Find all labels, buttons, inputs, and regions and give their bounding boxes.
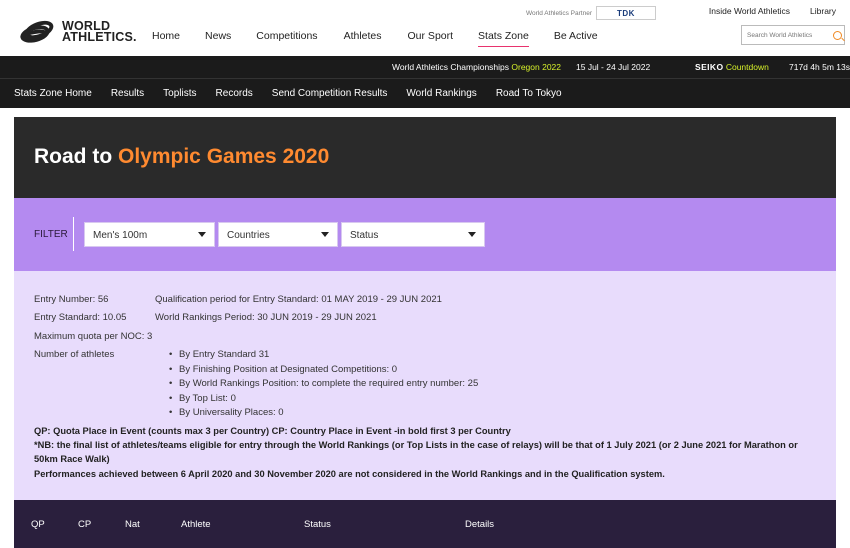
list-item: By World Rankings Position: to complete … bbox=[169, 378, 478, 393]
ranking-note: *NB: the final list of athletes/teams el… bbox=[34, 440, 798, 464]
countries-select[interactable]: Countries bbox=[218, 222, 338, 247]
page-hero: Road to Olympic Games 2020 bbox=[14, 117, 836, 198]
logo-mark-icon bbox=[18, 17, 58, 46]
nav-be-active[interactable]: Be Active bbox=[554, 30, 598, 47]
athletes-breakdown: By Entry Standard 31 By Finishing Positi… bbox=[169, 349, 478, 422]
entry-standard: Entry Standard: 10.05 bbox=[34, 312, 127, 323]
countdown-timer: 717d 4h 5m 13s bbox=[789, 62, 850, 72]
chevron-down-icon bbox=[468, 232, 476, 237]
page-title: Road to Olympic Games 2020 bbox=[34, 145, 330, 168]
stats-subnav: Stats Zone Home Results Toplists Records… bbox=[0, 78, 850, 108]
partner-label: World Athletics Partner bbox=[526, 9, 592, 17]
col-details[interactable]: Details bbox=[465, 519, 494, 530]
chevron-down-icon bbox=[321, 232, 329, 237]
subnav-send-competition-results[interactable]: Send Competition Results bbox=[272, 88, 388, 99]
subnav-records[interactable]: Records bbox=[216, 88, 253, 99]
search-input[interactable] bbox=[747, 31, 829, 39]
col-status[interactable]: Status bbox=[304, 519, 331, 530]
list-item: By Entry Standard 31 bbox=[169, 349, 478, 364]
nav-competitions[interactable]: Competitions bbox=[256, 30, 317, 47]
search-box bbox=[741, 25, 845, 45]
results-table-header: QP CP Nat Athlete Status Details bbox=[14, 500, 836, 548]
logo-text: WORLD ATHLETICS. bbox=[62, 19, 137, 44]
top-links: Inside World Athletics Library bbox=[709, 6, 836, 16]
inside-world-athletics-link[interactable]: Inside World Athletics bbox=[709, 6, 790, 16]
subnav-toplists[interactable]: Toplists bbox=[163, 88, 196, 99]
col-athlete[interactable]: Athlete bbox=[181, 519, 211, 530]
tdk-logo: TDK bbox=[596, 6, 656, 20]
event-dates: 15 Jul - 24 Jul 2022 bbox=[576, 62, 651, 72]
nav-home[interactable]: Home bbox=[152, 30, 180, 47]
event-bar: World Athletics Championships Oregon 202… bbox=[0, 56, 850, 78]
qualification-info: Entry Number: 56 Qualification period fo… bbox=[14, 271, 836, 500]
max-quota: Maximum quota per NOC: 3 bbox=[34, 331, 153, 342]
chevron-down-icon bbox=[198, 232, 206, 237]
search-icon[interactable] bbox=[833, 30, 842, 40]
entry-number: Entry Number: 56 bbox=[34, 294, 109, 305]
list-item: By Universality Places: 0 bbox=[169, 407, 478, 422]
nav-stats-zone[interactable]: Stats Zone bbox=[478, 30, 529, 47]
library-link[interactable]: Library bbox=[810, 6, 836, 16]
seiko-countdown: SEIKO Countdown bbox=[695, 62, 769, 72]
seiko-logo: SEIKO bbox=[695, 62, 724, 72]
world-athletics-logo[interactable]: WORLD ATHLETICS. bbox=[18, 17, 137, 46]
list-item: By Finishing Position at Designated Comp… bbox=[169, 364, 478, 379]
col-nat[interactable]: Nat bbox=[125, 519, 140, 530]
filter-label: FILTER bbox=[34, 229, 68, 240]
partner-banner[interactable]: World Athletics Partner TDK bbox=[526, 6, 656, 20]
filter-divider bbox=[73, 217, 74, 251]
subnav-results[interactable]: Results bbox=[111, 88, 144, 99]
rankings-period: World Rankings Period: 30 JUN 2019 - 29 … bbox=[155, 312, 377, 323]
nav-athletes[interactable]: Athletes bbox=[344, 30, 382, 47]
performance-note: Performances achieved between 6 April 20… bbox=[34, 469, 665, 479]
nav-our-sport[interactable]: Our Sport bbox=[408, 30, 454, 47]
event-name[interactable]: World Athletics Championships Oregon 202… bbox=[392, 62, 561, 72]
status-select[interactable]: Status bbox=[341, 222, 485, 247]
subnav-road-to-tokyo[interactable]: Road To Tokyo bbox=[496, 88, 562, 99]
main-nav: Home News Competitions Athletes Our Spor… bbox=[152, 30, 598, 47]
col-qp[interactable]: QP bbox=[31, 519, 45, 530]
qualification-period: Qualification period for Entry Standard:… bbox=[155, 294, 442, 305]
qp-cp-legend: QP: Quota Place in Event (counts max 3 p… bbox=[34, 426, 511, 436]
subnav-stats-zone-home[interactable]: Stats Zone Home bbox=[14, 88, 92, 99]
athletes-label: Number of athletes bbox=[34, 349, 115, 360]
col-cp[interactable]: CP bbox=[78, 519, 91, 530]
event-select[interactable]: Men's 100m bbox=[84, 222, 215, 247]
filter-bar: FILTER Men's 100m Countries Status bbox=[14, 198, 836, 271]
subnav-world-rankings[interactable]: World Rankings bbox=[406, 88, 476, 99]
list-item: By Top List: 0 bbox=[169, 393, 478, 408]
nav-news[interactable]: News bbox=[205, 30, 231, 47]
top-header: WORLD ATHLETICS. Home News Competitions … bbox=[0, 0, 850, 56]
